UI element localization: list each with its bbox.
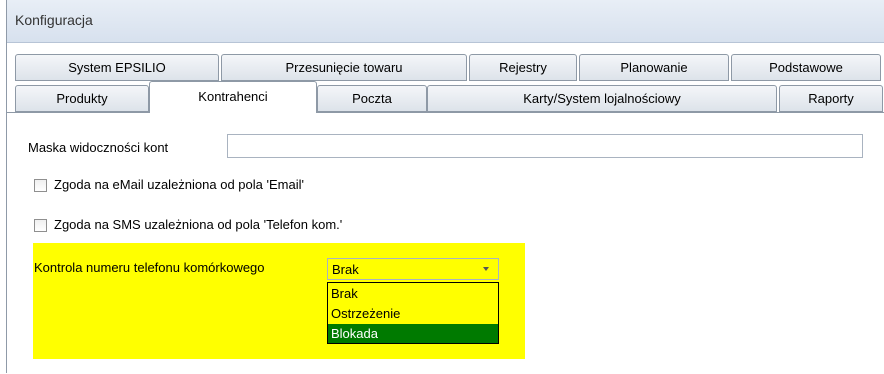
option-brak[interactable]: Brak (328, 284, 498, 303)
phone-control-value: Brak (332, 262, 359, 277)
email-consent-checkbox[interactable] (34, 179, 47, 192)
tab-przesuniecie-towaru[interactable]: Przesunięcie towaru (221, 54, 467, 81)
tab-kontrahenci[interactable]: Kontrahenci (149, 81, 317, 113)
title-bar: Konfiguracja (7, 0, 884, 43)
sms-consent-label: Zgoda na SMS uzależniona od pola 'Telefo… (54, 217, 343, 232)
tab-row-2: Produkty Kontrahenci Poczta Karty/System… (7, 81, 884, 113)
tab-produkty[interactable]: Produkty (15, 85, 149, 112)
tab-podstawowe[interactable]: Podstawowe (731, 54, 881, 81)
tab-system-epsilio[interactable]: System EPSILIO (15, 54, 219, 81)
config-window: Konfiguracja System EPSILIO Przesunięcie… (6, 0, 884, 374)
maska-label: Maska widoczności kont (28, 140, 169, 155)
tab-poczta[interactable]: Poczta (317, 85, 427, 112)
tab-raporty[interactable]: Raporty (779, 85, 883, 112)
phone-control-label: Kontrola numeru telefonu komórkowego (34, 260, 265, 275)
tab-row-1: System EPSILIO Przesunięcie towaru Rejes… (7, 54, 884, 81)
sms-consent-checkbox[interactable] (34, 219, 47, 232)
option-blokada[interactable]: Blokada (328, 324, 498, 343)
option-ostrzezenie[interactable]: Ostrzeżenie (328, 304, 498, 323)
phone-control-dropdown-list: Brak Ostrzeżenie Blokada (327, 282, 499, 344)
email-consent-label: Zgoda na eMail uzależniona od pola 'Emai… (54, 177, 304, 192)
tab-planowanie[interactable]: Planowanie (579, 54, 729, 81)
tab-rejestry[interactable]: Rejestry (469, 54, 577, 81)
window-title: Konfiguracja (15, 12, 93, 28)
maska-widocznosci-input[interactable] (227, 134, 863, 158)
tab-karty-system-lojalnosciowy[interactable]: Karty/System lojalnościowy (427, 85, 777, 112)
chevron-down-icon[interactable] (483, 267, 489, 271)
kontrahenci-panel: Maska widoczności kont Zgoda na eMail uz… (7, 112, 884, 374)
phone-control-combobox[interactable]: Brak (327, 258, 499, 280)
